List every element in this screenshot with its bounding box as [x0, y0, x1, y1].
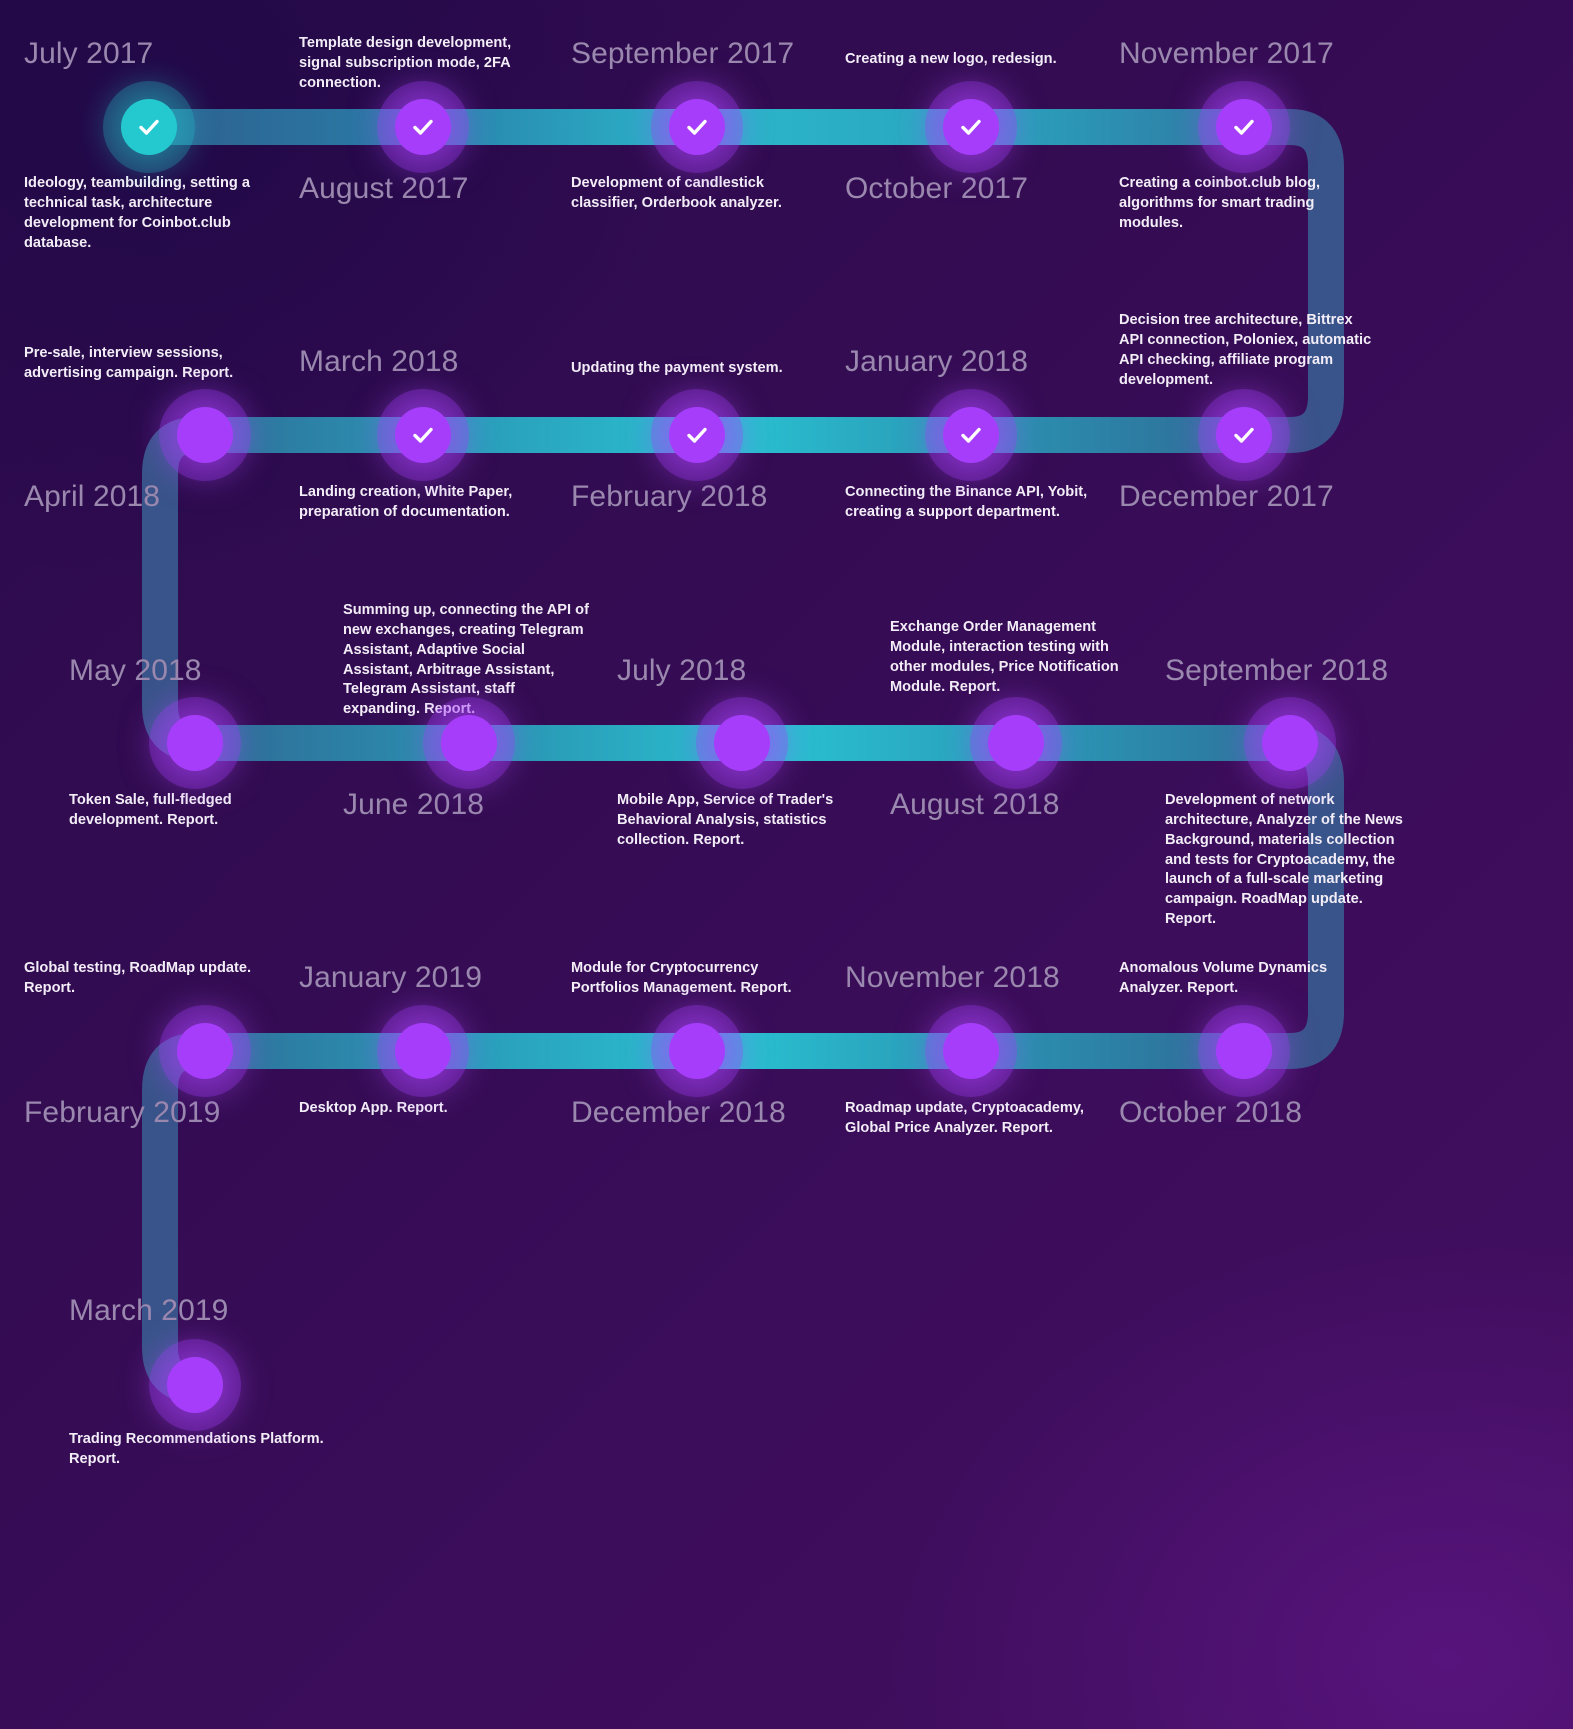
milestone-month-september-2018: September 2018 — [1165, 654, 1389, 687]
milestone-node-august-2017[interactable] — [395, 99, 451, 155]
milestone-month-january-2019: January 2019 — [299, 961, 483, 994]
milestone-desc-july-2018: Mobile App, Service of Trader's Behavior… — [617, 792, 834, 848]
milestone-desc-august-2017: Template design development, signal subs… — [299, 35, 512, 91]
milestone-desc-february-2019: Global testing, RoadMap update. Report. — [24, 960, 252, 996]
milestone-month-june-2018: June 2018 — [343, 788, 485, 821]
check-icon — [687, 427, 707, 443]
milestone-desc-october-2018: Anomalous Volume Dynamics Analyzer. Repo… — [1119, 960, 1328, 996]
milestone-node-february-2019[interactable] — [177, 1023, 233, 1079]
check-icon — [961, 119, 981, 135]
milestone-month-april-2018: April 2018 — [24, 480, 161, 513]
milestone-month-march-2018: March 2018 — [299, 345, 459, 378]
milestone-node-june-2018[interactable] — [441, 715, 497, 771]
milestone-node-january-2019[interactable] — [395, 1023, 451, 1079]
milestone-node-march-2019[interactable] — [167, 1357, 223, 1413]
milestone-month-october-2018: October 2018 — [1119, 1096, 1302, 1129]
milestone-desc-march-2019: Trading Recommendations Platform. Report… — [69, 1431, 324, 1467]
timeline-bar-row-4 — [205, 1033, 1250, 1069]
milestone-month-january-2018: January 2018 — [845, 345, 1029, 378]
milestone-month-march-2019: March 2019 — [69, 1294, 229, 1327]
check-icon — [687, 119, 707, 135]
milestone-desc-june-2018: Summing up, connecting the API of new ex… — [343, 602, 589, 718]
milestone-month-august-2018: August 2018 — [890, 788, 1060, 821]
milestone-desc-may-2018: Token Sale, full-fledged development. Re… — [69, 792, 232, 828]
milestone-month-august-2017: August 2017 — [299, 172, 469, 205]
milestone-desc-september-2017: Development of candlestick classifier, O… — [571, 175, 782, 211]
milestone-desc-january-2019: Desktop App. Report. — [299, 1100, 448, 1116]
milestone-desc-december-2017: Decision tree architecture, Bittrex API … — [1119, 312, 1372, 388]
milestone-month-october-2017: October 2017 — [845, 172, 1028, 205]
milestone-month-july-2017: July 2017 — [24, 37, 154, 70]
milestone-node-march-2018[interactable] — [395, 407, 451, 463]
milestone-desc-november-2017: Creating a coinbot.club blog, algorithms… — [1119, 175, 1321, 231]
milestone-node-september-2018[interactable] — [1262, 715, 1318, 771]
check-icon — [413, 119, 433, 135]
milestone-month-may-2018: May 2018 — [69, 654, 202, 687]
milestone-desc-november-2018: Roadmap update, Cryptoacademy, Global Pr… — [845, 1100, 1084, 1136]
milestone-desc-march-2018: Landing creation, White Paper, preparati… — [299, 484, 513, 520]
milestone-node-december-2018[interactable] — [669, 1023, 725, 1079]
milestone-month-february-2018: February 2018 — [571, 480, 768, 513]
milestone-month-december-2017: December 2017 — [1119, 480, 1334, 513]
milestone-desc-december-2018: Module for Cryptocurrency Portfolios Man… — [571, 960, 792, 996]
milestone-month-november-2017: November 2017 — [1119, 37, 1334, 70]
milestone-month-february-2019: February 2019 — [24, 1096, 221, 1129]
check-icon — [139, 119, 159, 135]
roadmap-canvas: July 2017 Ideology, teambuilding, settin… — [0, 0, 1573, 1729]
milestone-desc-april-2018: Pre-sale, interview sessions, advertisin… — [24, 345, 234, 381]
milestone-node-july-2017[interactable] — [121, 99, 177, 155]
milestone-month-november-2018: November 2018 — [845, 961, 1060, 994]
milestone-node-december-2017[interactable] — [1216, 407, 1272, 463]
milestone-desc-january-2018: Connecting the Binance API, Yobit, creat… — [845, 484, 1088, 520]
milestone-desc-february-2018: Updating the payment system. — [571, 360, 783, 376]
milestone-node-september-2017[interactable] — [669, 99, 725, 155]
milestone-node-october-2018[interactable] — [1216, 1023, 1272, 1079]
check-icon — [1234, 427, 1254, 443]
milestone-month-september-2017: September 2017 — [571, 37, 795, 70]
milestone-node-july-2018[interactable] — [714, 715, 770, 771]
milestone-node-february-2018[interactable] — [669, 407, 725, 463]
milestone-desc-july-2017: Ideology, teambuilding, setting a techni… — [24, 175, 250, 251]
check-icon — [961, 427, 981, 443]
milestone-node-november-2017[interactable] — [1216, 99, 1272, 155]
milestone-desc-october-2017: Creating a new logo, redesign. — [845, 51, 1057, 67]
milestone-node-november-2018[interactable] — [943, 1023, 999, 1079]
milestone-node-may-2018[interactable] — [167, 715, 223, 771]
check-icon — [1234, 119, 1254, 135]
milestone-node-april-2018[interactable] — [177, 407, 233, 463]
milestone-node-august-2018[interactable] — [988, 715, 1044, 771]
milestone-month-december-2018: December 2018 — [571, 1096, 786, 1129]
milestone-month-july-2018: July 2018 — [617, 654, 747, 687]
check-icon — [413, 427, 433, 443]
milestone-node-october-2017[interactable] — [943, 99, 999, 155]
timeline-bar-row-2 — [205, 417, 1250, 453]
milestone-desc-september-2018: Development of network architecture, Ana… — [1165, 792, 1403, 928]
milestone-node-january-2018[interactable] — [943, 407, 999, 463]
milestone-desc-august-2018: Exchange Order Management Module, intera… — [890, 619, 1119, 695]
